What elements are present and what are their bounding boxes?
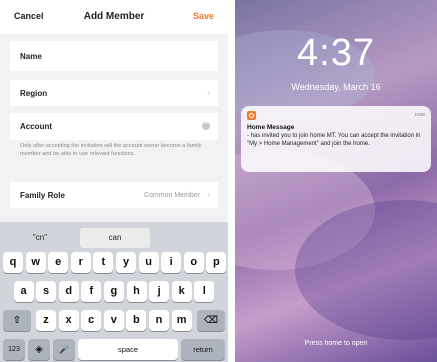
notification-card[interactable]: now Home Message - has invited you to jo… xyxy=(241,106,431,172)
key-x[interactable]: x xyxy=(58,310,79,331)
suggestion-1[interactable]: "cn" xyxy=(6,228,74,248)
key-q[interactable]: q xyxy=(3,252,23,273)
key-m[interactable]: m xyxy=(171,310,192,331)
lock-date: Wednesday, March 16 xyxy=(291,82,381,92)
clear-icon[interactable] xyxy=(202,120,210,130)
key-p[interactable]: p xyxy=(206,252,227,273)
account-label: Account xyxy=(20,122,52,131)
microphone-icon[interactable]: 🎤 xyxy=(53,339,75,360)
name-field[interactable]: Name xyxy=(10,41,218,71)
key-f[interactable]: f xyxy=(81,281,102,302)
save-button[interactable]: Save xyxy=(193,11,214,21)
key-h[interactable]: h xyxy=(126,281,147,302)
key-n[interactable]: n xyxy=(149,310,169,331)
suggestion-3[interactable] xyxy=(156,228,222,248)
globe-icon[interactable]: ◈ xyxy=(28,339,50,360)
chevron-right-icon: › xyxy=(207,190,210,199)
chevron-right-icon: › xyxy=(207,88,210,97)
key-r[interactable]: r xyxy=(70,252,91,273)
space-key[interactable]: space xyxy=(78,339,178,360)
shift-icon[interactable]: ⇧ xyxy=(3,310,31,331)
name-label: Name xyxy=(20,52,42,61)
add-member-screen: Cancel Add Member Save Name Region › Acc… xyxy=(0,0,228,362)
key-z[interactable]: z xyxy=(36,310,56,331)
key-c[interactable]: c xyxy=(81,310,102,331)
family-role-label: Family Role xyxy=(20,191,65,200)
region-row[interactable]: Region › xyxy=(10,80,218,106)
key-v[interactable]: v xyxy=(103,310,124,331)
key-s[interactable]: s xyxy=(36,281,57,302)
numbers-key[interactable]: 123 xyxy=(3,339,25,360)
key-e[interactable]: e xyxy=(48,252,69,273)
nav-bar: Cancel Add Member Save xyxy=(0,0,228,34)
press-home-hint: Press home to open xyxy=(304,340,368,347)
lock-screen: 4:37 Wednesday, March 16 now Home Messag… xyxy=(235,0,437,362)
suggestion-2[interactable]: can xyxy=(80,228,150,248)
keyboard: "cn" can ⇧ ⌫ 123 ◈ 🎤 space return qwerty… xyxy=(0,222,228,362)
key-g[interactable]: g xyxy=(103,281,124,302)
key-i[interactable]: i xyxy=(161,252,182,273)
key-j[interactable]: j xyxy=(149,281,170,302)
region-label: Region xyxy=(20,89,48,98)
notification-title: Home Message xyxy=(247,124,295,131)
key-u[interactable]: u xyxy=(138,252,159,273)
key-y[interactable]: y xyxy=(116,252,136,273)
account-field[interactable]: Account xyxy=(10,113,218,140)
page-dots xyxy=(235,354,437,362)
key-k[interactable]: k xyxy=(171,281,192,302)
key-t[interactable]: t xyxy=(93,252,114,273)
key-a[interactable]: a xyxy=(13,281,34,302)
notification-body: - has invited you to join home MT. You c… xyxy=(247,133,421,147)
key-o[interactable]: o xyxy=(183,252,204,273)
backspace-icon[interactable]: ⌫ xyxy=(197,310,225,331)
lock-time: 4:37 xyxy=(297,32,375,74)
family-role-value: Common Member xyxy=(143,192,200,199)
key-l[interactable]: l xyxy=(194,281,215,302)
notification-time: now xyxy=(414,112,425,118)
key-b[interactable]: b xyxy=(126,310,147,331)
family-role-row[interactable]: Family Role Common Member › xyxy=(10,182,218,208)
key-w[interactable]: w xyxy=(25,252,46,273)
key-d[interactable]: d xyxy=(58,281,79,302)
home-app-icon xyxy=(247,111,256,120)
return-key[interactable]: return xyxy=(181,339,225,360)
invitation-hint: Only after accepting the invitation will… xyxy=(20,143,202,157)
